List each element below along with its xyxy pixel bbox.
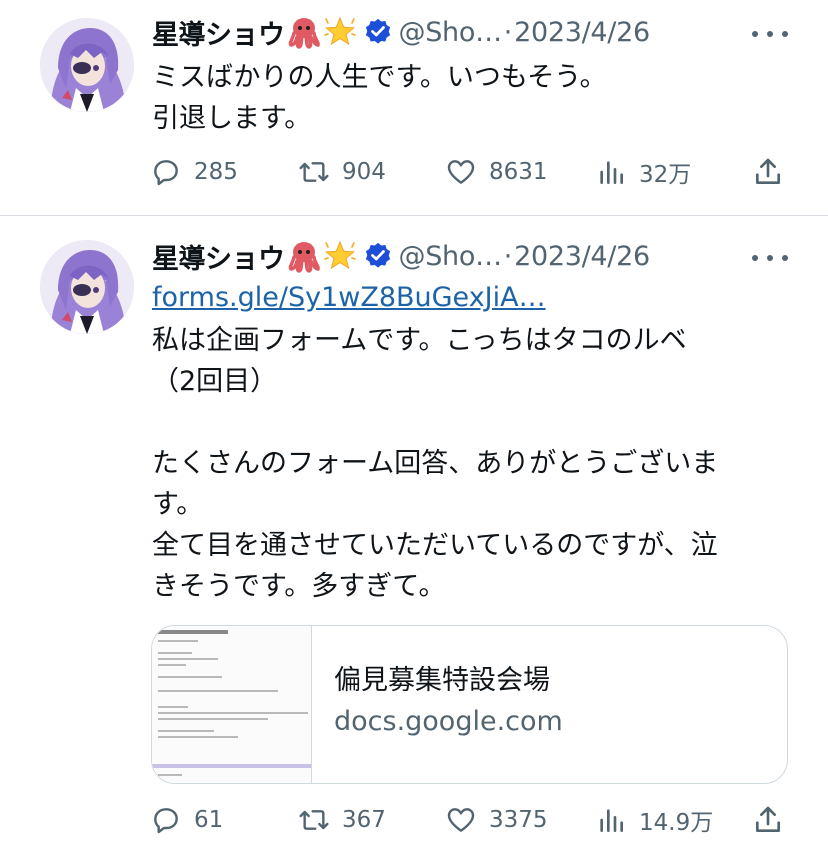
views-button[interactable]: 32万 xyxy=(595,152,691,192)
reply-button[interactable]: 285 xyxy=(150,152,238,192)
octopus-emoji xyxy=(287,239,321,273)
heart-icon xyxy=(447,160,475,184)
avatar[interactable] xyxy=(40,240,134,334)
reply-icon xyxy=(154,808,178,834)
reply-button[interactable]: 61 xyxy=(150,800,223,840)
retweet-button[interactable]: 904 xyxy=(298,152,386,192)
more-options-icon[interactable] xyxy=(752,26,788,42)
author-handle[interactable]: @Sho… xyxy=(399,241,503,272)
author-handle[interactable]: @Sho… xyxy=(399,17,503,48)
heart-icon xyxy=(447,808,475,832)
more-options-icon[interactable] xyxy=(752,250,788,266)
reply-icon xyxy=(154,160,178,186)
separator-dot: · xyxy=(503,16,513,48)
retweet-icon xyxy=(299,162,329,182)
author-name[interactable]: 星導ショウ xyxy=(152,237,285,276)
tweet-date[interactable]: 2023/4/26 xyxy=(514,17,650,48)
avatar-image xyxy=(40,18,134,112)
tweet-text: 私は企画フォームです。こっちはタコのルベ （2回目） たくさんのフォーム回答、あ… xyxy=(152,325,719,602)
author-name[interactable]: 星導ショウ xyxy=(152,13,285,52)
avatar[interactable] xyxy=(40,18,134,112)
card-title: 偏見募集特設会場 xyxy=(334,665,550,696)
view-count: 14.9万 xyxy=(639,810,714,836)
like-button[interactable]: 3375 xyxy=(445,800,548,840)
glowing-star-emoji xyxy=(323,15,357,49)
retweet-icon xyxy=(299,810,329,830)
share-button[interactable] xyxy=(752,152,784,192)
views-chart-icon xyxy=(600,809,623,832)
tweet-date[interactable]: 2023/4/26 xyxy=(514,241,650,272)
tweet-link[interactable]: forms.gle/Sy1wZ8BuGexJiA… xyxy=(152,280,546,316)
retweet-button[interactable]: 367 xyxy=(298,800,386,840)
separator-dot: · xyxy=(503,240,513,272)
tweet-text: ミスばかりの人生です。いつもそう。 引退します。 xyxy=(152,62,607,134)
share-button[interactable] xyxy=(752,800,784,840)
retweet-count: 904 xyxy=(342,159,386,185)
like-count: 3375 xyxy=(489,807,548,833)
glowing-star-emoji xyxy=(323,239,357,273)
retweet-count: 367 xyxy=(342,807,386,833)
card-thumbnail xyxy=(152,626,312,783)
verified-badge-icon[interactable] xyxy=(363,241,393,271)
card-domain: docs.google.com xyxy=(334,706,563,737)
link-preview-card[interactable]: 偏見募集特設会場 docs.google.com xyxy=(151,625,788,784)
share-icon xyxy=(756,806,780,832)
view-count: 32万 xyxy=(639,162,692,188)
tweet[interactable]: 星導ショウ @Sho… · 2023/4/26 ミスばかりの人生です。いつもそう… xyxy=(0,0,828,215)
verified-badge-icon[interactable] xyxy=(363,17,393,47)
views-chart-icon xyxy=(600,161,623,184)
reply-count: 285 xyxy=(194,159,238,185)
like-button[interactable]: 8631 xyxy=(445,152,548,192)
reply-count: 61 xyxy=(194,807,224,833)
views-button[interactable]: 14.9万 xyxy=(595,800,713,840)
share-icon xyxy=(756,158,780,184)
avatar-image xyxy=(40,240,134,334)
octopus-emoji xyxy=(287,15,321,49)
like-count: 8631 xyxy=(489,159,548,185)
